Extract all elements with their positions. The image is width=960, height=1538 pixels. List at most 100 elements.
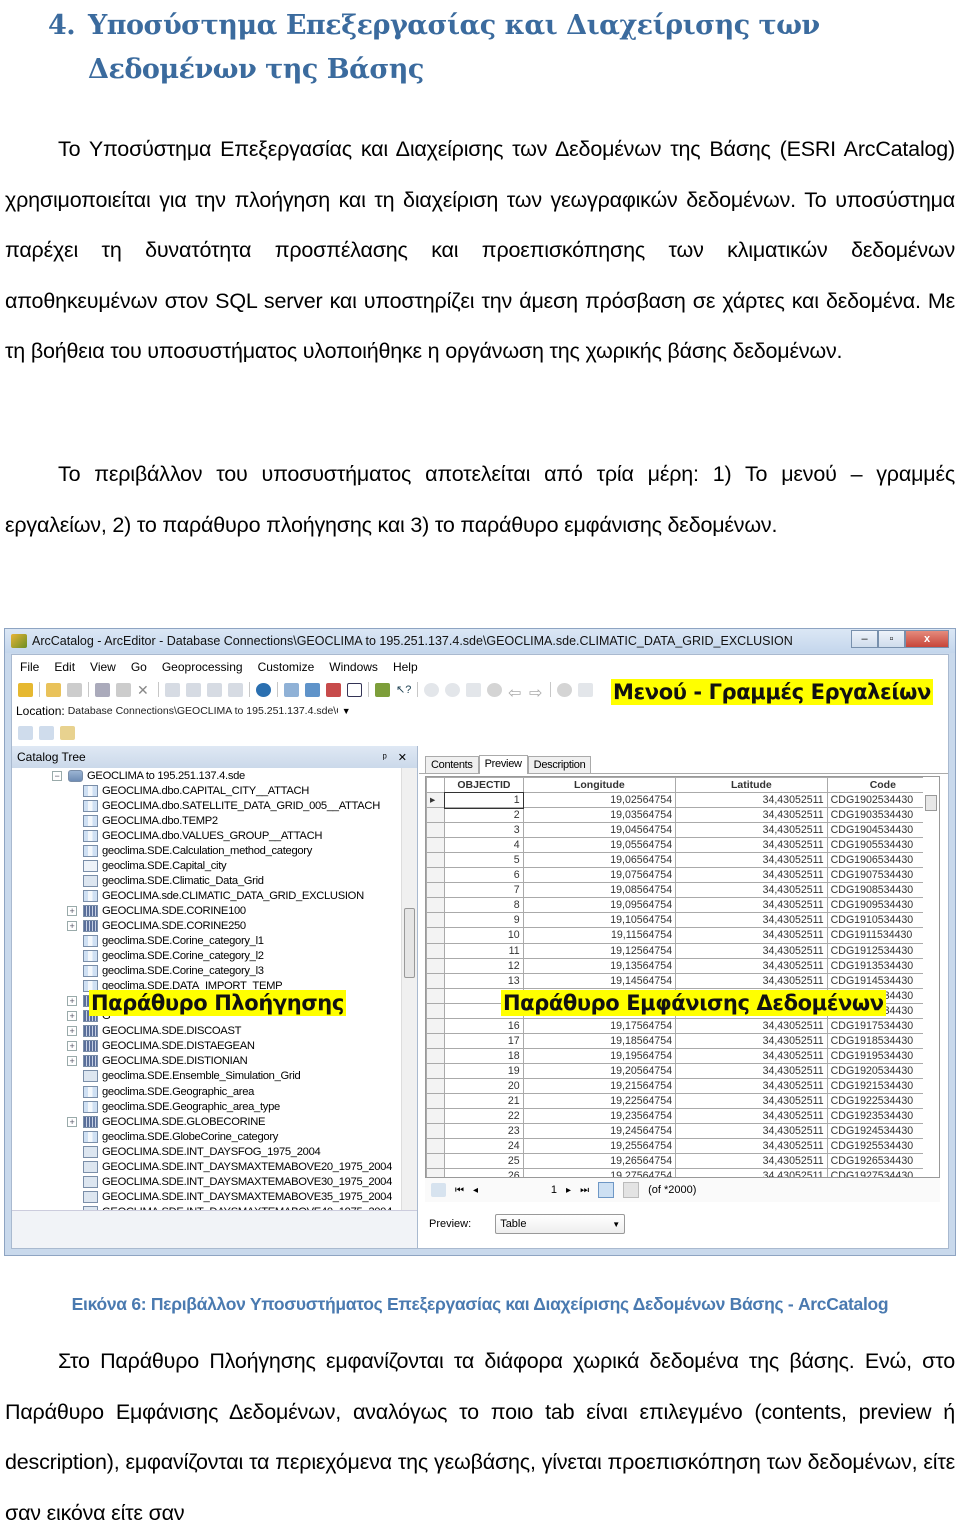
tree-item[interactable]: GEOCLIMA.dbo.VALUES_GROUP__ATTACH xyxy=(12,828,401,843)
row-selector[interactable] xyxy=(426,1062,446,1079)
import-icon[interactable] xyxy=(39,725,54,740)
cell-latitude[interactable]: 34,43052511 xyxy=(675,1062,828,1079)
model-builder-icon[interactable] xyxy=(375,682,390,697)
tree-item[interactable]: GEOCLIMA.SDE.INT_DAYSMAXTEMABOVE35_1975_… xyxy=(12,1189,401,1204)
cell-longitude[interactable]: 19,04564754 xyxy=(522,822,677,839)
row-selector[interactable] xyxy=(426,912,446,929)
row-selector[interactable] xyxy=(426,972,446,989)
table-row[interactable]: 11 19,12564754 34,43052511 CDG1912534430 xyxy=(426,942,939,959)
cell-objectid[interactable]: 16 xyxy=(444,1017,524,1034)
table-row[interactable]: 13 19,14564754 34,43052511 CDG1914534430 xyxy=(426,972,939,989)
row-selector[interactable] xyxy=(426,882,446,899)
cell-longitude[interactable]: 19,26564754 xyxy=(522,1153,677,1170)
help-pointer-icon[interactable]: ↖? xyxy=(396,682,411,697)
pane-pin-close-icons[interactable]: ᵖ ✕ xyxy=(383,751,417,764)
row-selector[interactable] xyxy=(426,927,446,944)
cell-code[interactable]: CDG1913534430 xyxy=(826,957,939,974)
row-selector[interactable] xyxy=(426,1017,446,1034)
cell-latitude[interactable]: 34,43052511 xyxy=(675,897,828,914)
forward-icon[interactable]: ⇨ xyxy=(529,682,544,702)
row-selector[interactable] xyxy=(426,1153,446,1170)
tree-item[interactable]: GEOCLIMA.SDE.INT_DAYSMAXTEMABOVE30_1975_… xyxy=(12,1174,401,1189)
table-row[interactable]: 26 19,27564754 34,43052511 CDG1927534430 xyxy=(426,1168,939,1177)
cell-objectid[interactable]: 18 xyxy=(444,1047,524,1064)
cell-objectid[interactable]: 1 xyxy=(443,791,525,809)
cell-code[interactable]: CDG1923534430 xyxy=(826,1108,939,1125)
table-row[interactable]: 6 19,07564754 34,43052511 CDG1907534430 xyxy=(426,867,939,884)
cell-code[interactable]: CDG1922534430 xyxy=(826,1092,939,1110)
table-row[interactable]: 25 19,26564754 34,43052511 CDG1926534430 xyxy=(426,1153,939,1170)
previous-record-button[interactable]: ◂ xyxy=(473,1185,478,1196)
cell-latitude[interactable]: 34,43052511 xyxy=(675,822,828,839)
paste-icon[interactable] xyxy=(116,682,131,697)
expand-icon[interactable]: + xyxy=(67,1116,77,1127)
cell-latitude[interactable]: 34,43052511 xyxy=(675,1077,828,1094)
cell-code[interactable]: CDG1908534430 xyxy=(826,882,939,899)
tree-item[interactable]: geoclima.SDE.Geographic_area xyxy=(12,1084,401,1099)
cell-longitude[interactable]: 19,12564754 xyxy=(522,942,677,959)
table-row[interactable]: 5 19,06564754 34,43052511 CDG1906534430 xyxy=(426,852,939,869)
cell-objectid[interactable]: 13 xyxy=(444,972,524,989)
catalog-tree-window-icon[interactable] xyxy=(284,682,299,697)
validate-icon[interactable] xyxy=(18,725,33,740)
up-folder-icon[interactable] xyxy=(18,682,33,697)
row-selector[interactable] xyxy=(426,1138,446,1155)
cell-code[interactable]: CDG1903534430 xyxy=(826,807,939,824)
table-row[interactable]: 18 19,19564754 34,43052511 CDG1919534430 xyxy=(426,1047,939,1064)
preview-type-select[interactable]: Table ▼ xyxy=(495,1214,626,1234)
tree-item[interactable]: + GEOCLIMA.SDE.CORINE250 xyxy=(12,918,401,933)
minimize-button[interactable]: – xyxy=(851,630,878,648)
cell-objectid[interactable]: 9 xyxy=(444,912,524,929)
cell-objectid[interactable]: 12 xyxy=(444,957,524,974)
tree-item[interactable]: geoclima.SDE.Geographic_area_type xyxy=(12,1099,401,1114)
disconnect-folder-icon[interactable] xyxy=(67,682,82,697)
cell-latitude[interactable]: 34,43052511 xyxy=(675,882,828,899)
cell-latitude[interactable]: 34,43052511 xyxy=(675,927,828,944)
row-selector[interactable] xyxy=(426,1002,446,1019)
row-selector-header[interactable] xyxy=(426,777,446,794)
expand-icon[interactable]: + xyxy=(67,1026,77,1037)
table-scrollbar[interactable] xyxy=(923,777,939,1177)
cell-code[interactable]: CDG1924534430 xyxy=(826,1123,939,1140)
cell-longitude[interactable]: 19,14564754 xyxy=(522,972,677,989)
cell-latitude[interactable]: 34,43052511 xyxy=(675,837,828,854)
table-row[interactable]: 10 19,11564754 34,43052511 CDG1911534430 xyxy=(426,927,939,944)
cell-code[interactable]: CDG1919534430 xyxy=(826,1047,939,1064)
cell-longitude[interactable]: 19,18564754 xyxy=(522,1032,677,1049)
row-selector[interactable] xyxy=(426,1108,446,1125)
menu-item-windows[interactable]: Windows xyxy=(329,660,378,674)
column-header-latitude[interactable]: Latitude xyxy=(675,777,828,794)
table-row[interactable]: ▸ 1 19,02564754 34,43052511 CDG1902534430 xyxy=(426,791,939,809)
current-record-input[interactable]: 1 xyxy=(487,1184,557,1196)
tree-item[interactable]: geoclima.SDE.Capital_city xyxy=(12,858,401,873)
cell-longitude[interactable]: 19,10564754 xyxy=(522,912,677,929)
tree-item[interactable]: GEOCLIMA.sde.CLIMATIC_DATA_GRID_EXCLUSIO… xyxy=(12,888,401,903)
thumbnails-icon[interactable] xyxy=(228,682,243,697)
cell-objectid[interactable]: 21 xyxy=(444,1092,524,1110)
tree-item[interactable]: geoclima.SDE.Corine_category_l1 xyxy=(12,934,401,949)
cell-objectid[interactable]: 6 xyxy=(444,867,524,884)
cell-objectid[interactable]: 24 xyxy=(444,1138,524,1155)
menu-item-edit[interactable]: Edit xyxy=(54,660,75,674)
table-row[interactable]: 24 19,25564754 34,43052511 CDG1925534430 xyxy=(426,1138,939,1155)
cell-longitude[interactable]: 19,24564754 xyxy=(522,1123,677,1140)
cell-objectid[interactable]: 23 xyxy=(444,1123,524,1140)
cell-code[interactable]: CDG1909534430 xyxy=(826,897,939,914)
cell-objectid[interactable]: 11 xyxy=(444,942,524,959)
cell-objectid[interactable]: 3 xyxy=(444,822,524,839)
column-header-objectid[interactable]: OBJECTID xyxy=(444,777,524,794)
pan-icon[interactable] xyxy=(466,682,481,697)
row-selector[interactable] xyxy=(426,1123,446,1140)
expand-icon[interactable]: + xyxy=(67,1041,77,1052)
back-icon[interactable]: ⇦ xyxy=(508,682,523,702)
full-extent-icon[interactable] xyxy=(487,682,502,697)
show-all-records-toggle[interactable] xyxy=(598,1182,615,1198)
cell-latitude[interactable]: 34,43052511 xyxy=(675,942,828,959)
python-window-icon[interactable] xyxy=(347,682,362,697)
cell-latitude[interactable]: 34,43052511 xyxy=(675,1168,828,1177)
copy-icon[interactable] xyxy=(95,682,110,697)
row-selector[interactable] xyxy=(426,867,446,884)
cell-longitude[interactable]: 19,20564754 xyxy=(522,1062,677,1079)
tree-item[interactable]: + GEOCLIMA.SDE.CORINE100 xyxy=(12,903,401,918)
table-row[interactable]: 9 19,10564754 34,43052511 CDG1910534430 xyxy=(426,912,939,929)
